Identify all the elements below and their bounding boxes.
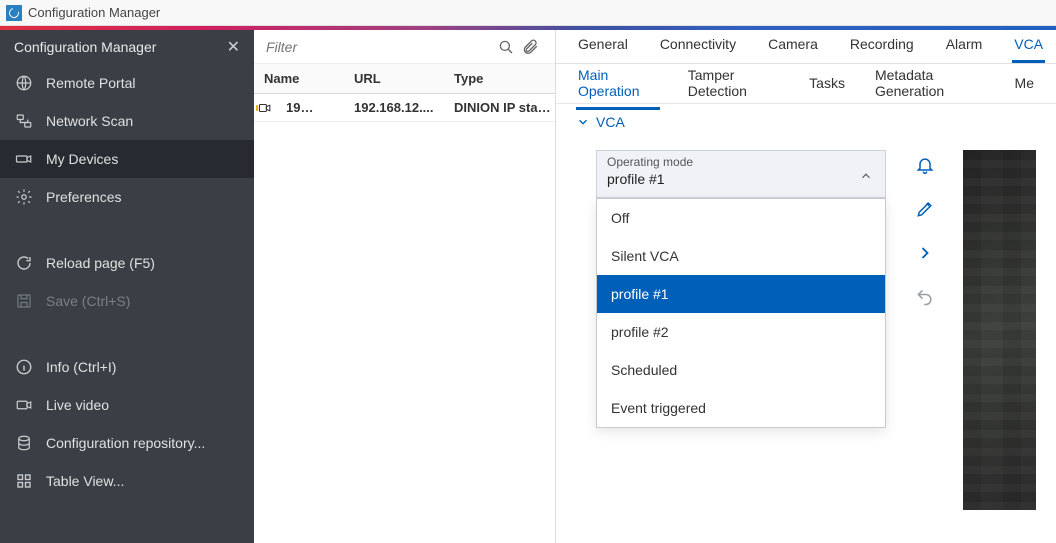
section-vca-header[interactable]: VCA (556, 104, 1056, 140)
dropdown-option-profile-1[interactable]: profile #1 (597, 275, 885, 313)
section-label: VCA (596, 114, 625, 130)
cell-url: 192.168.12.... (354, 100, 454, 115)
sidebar: Configuration Manager ✕ Remote Portal Ne… (0, 30, 254, 543)
sidebar-tool-repo[interactable]: Configuration repository... (0, 424, 254, 462)
tab-vca[interactable]: VCA (1012, 30, 1045, 63)
undo-icon[interactable] (914, 286, 936, 308)
chevron-right-icon[interactable] (914, 242, 936, 264)
table-row[interactable]: 19… 192.168.12.... DINION IP starlight (254, 94, 555, 122)
sidebar-item-my-devices[interactable]: My Devices (0, 140, 254, 178)
app-icon (6, 5, 22, 21)
titlebar: Configuration Manager (0, 0, 1056, 26)
dropdown-option-off[interactable]: Off (597, 199, 885, 237)
sidebar-item-label: Table View... (46, 473, 124, 489)
sidebar-action-save: Save (Ctrl+S) (0, 282, 254, 320)
tabs-secondary: Main Operation Tamper Detection Tasks Me… (556, 64, 1056, 104)
save-icon (14, 291, 34, 311)
sidebar-item-label: Network Scan (46, 113, 133, 129)
sidebar-item-label: Configuration repository... (46, 435, 205, 451)
subtab-main-operation[interactable]: Main Operation (576, 57, 660, 110)
sidebar-item-remote-portal[interactable]: Remote Portal (0, 64, 254, 102)
sidebar-tool-table-view[interactable]: Table View... (0, 462, 254, 500)
sidebar-action-reload[interactable]: Reload page (F5) (0, 244, 254, 282)
sidebar-item-label: My Devices (46, 151, 118, 167)
search-icon[interactable] (497, 38, 521, 56)
operating-mode-dropdown: Off Silent VCA profile #1 profile #2 Sch… (596, 198, 886, 428)
camera-devices-icon (14, 149, 34, 169)
content-row: Operating mode profile #1 Off Silent VCA… (556, 140, 1056, 510)
attachment-icon[interactable] (521, 38, 545, 56)
subtab-tasks[interactable]: Tasks (807, 65, 847, 102)
operating-mode-value: profile #1 (607, 171, 875, 187)
sidebar-item-label: Remote Portal (46, 75, 135, 91)
sidebar-item-label: Info (Ctrl+I) (46, 359, 116, 375)
sidebar-item-label: Preferences (46, 189, 121, 205)
sidebar-tool-live-video[interactable]: Live video (0, 386, 254, 424)
devices-table-header: Name URL Type (254, 64, 555, 94)
tool-column (910, 150, 939, 510)
database-icon (14, 433, 34, 453)
subtab-more[interactable]: Me (1013, 65, 1036, 102)
info-icon (14, 357, 34, 377)
video-icon (14, 395, 34, 415)
dropdown-option-event-triggered[interactable]: Event triggered (597, 389, 885, 427)
reload-icon (14, 253, 34, 273)
sidebar-item-label: Reload page (F5) (46, 255, 155, 271)
filter-bar (254, 30, 555, 64)
chevron-down-icon (576, 115, 590, 129)
subtab-metadata-generation[interactable]: Metadata Generation (873, 57, 987, 110)
globe-icon (14, 73, 34, 93)
sidebar-item-preferences[interactable]: Preferences (0, 178, 254, 216)
dropdown-option-scheduled[interactable]: Scheduled (597, 351, 885, 389)
col-type[interactable]: Type (454, 71, 555, 86)
sidebar-title: Configuration Manager (14, 39, 156, 55)
device-status-icon (254, 101, 276, 115)
sidebar-tool-info[interactable]: Info (Ctrl+I) (0, 348, 254, 386)
main-layout: Configuration Manager ✕ Remote Portal Ne… (0, 30, 1056, 543)
operating-mode-select[interactable]: Operating mode profile #1 (596, 150, 886, 198)
gear-icon (14, 187, 34, 207)
bell-icon[interactable] (914, 154, 936, 176)
sidebar-header: Configuration Manager ✕ (0, 30, 254, 64)
dropdown-option-profile-2[interactable]: profile #2 (597, 313, 885, 351)
video-preview (963, 150, 1036, 510)
devices-panel: Name URL Type 19… 192.168.12.... DINION … (254, 30, 556, 543)
pencil-icon[interactable] (914, 198, 936, 220)
sidebar-item-network-scan[interactable]: Network Scan (0, 102, 254, 140)
form-column: Operating mode profile #1 Off Silent VCA… (596, 150, 886, 510)
right-panel: General Connectivity Camera Recording Al… (556, 30, 1056, 543)
col-name[interactable]: Name (254, 71, 354, 86)
cell-name: 19… (276, 100, 354, 115)
close-icon[interactable]: ✕ (227, 37, 240, 57)
grid-icon (14, 471, 34, 491)
chevron-up-icon (859, 169, 873, 183)
filter-input[interactable] (264, 38, 497, 56)
subtab-tamper-detection[interactable]: Tamper Detection (686, 57, 781, 110)
operating-mode-label: Operating mode (607, 155, 875, 169)
cell-type: DINION IP starlight (454, 100, 555, 115)
sidebar-item-label: Live video (46, 397, 109, 413)
dropdown-option-silent-vca[interactable]: Silent VCA (597, 237, 885, 275)
sidebar-item-label: Save (Ctrl+S) (46, 293, 130, 309)
col-url[interactable]: URL (354, 71, 454, 86)
network-scan-icon (14, 111, 34, 131)
window-title: Configuration Manager (28, 5, 160, 20)
